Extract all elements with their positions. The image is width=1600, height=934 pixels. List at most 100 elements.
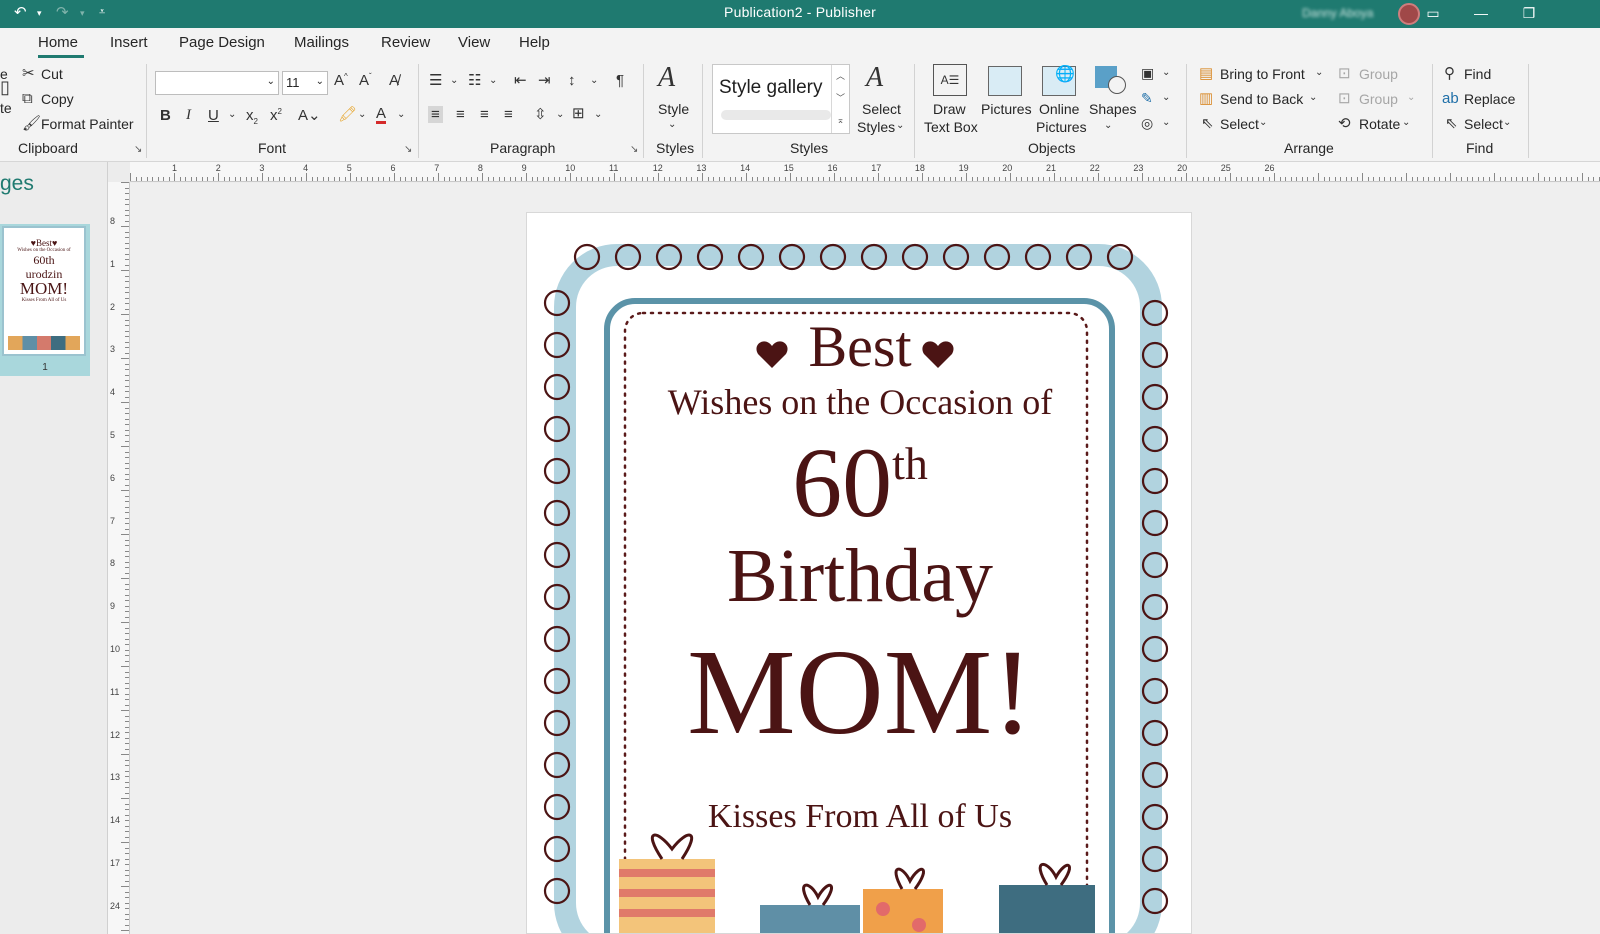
style-icon[interactable]: A bbox=[658, 64, 675, 92]
chevron-down-icon[interactable]: ⌄ bbox=[594, 110, 602, 120]
chevron-down-icon[interactable]: ⌄ bbox=[556, 110, 564, 120]
shape-effects-icon[interactable]: ◎ bbox=[1141, 116, 1153, 130]
gallery-scroll-down-icon[interactable]: ﹀ bbox=[832, 87, 849, 109]
chevron-down-icon[interactable]: ⌄ bbox=[397, 110, 405, 120]
character-spacing-icon[interactable]: A⌄ bbox=[298, 108, 321, 123]
minimize-icon[interactable]: — bbox=[1466, 2, 1496, 24]
chevron-down-icon[interactable]: ⌄ bbox=[1402, 118, 1410, 128]
copy-icon[interactable]: ⧉ bbox=[22, 91, 33, 106]
superscript-icon[interactable]: x2 bbox=[270, 108, 282, 124]
font-launcher-icon[interactable]: ↘ bbox=[404, 144, 412, 155]
tab-review[interactable]: Review bbox=[381, 34, 430, 51]
select-pointer-icon[interactable]: ⇖ bbox=[1201, 116, 1214, 131]
chevron-down-icon[interactable]: ⌄ bbox=[358, 110, 366, 120]
arrange-select-button[interactable]: Select bbox=[1220, 116, 1259, 132]
tab-home[interactable]: Home bbox=[38, 34, 78, 51]
pictures-button[interactable]: Pictures bbox=[981, 101, 1032, 117]
page-thumbnail[interactable]: ♥Best♥ Wishes on the Occasion of 60th ur… bbox=[0, 224, 90, 376]
align-right-icon[interactable]: ≡ bbox=[480, 107, 489, 122]
replace-button[interactable]: Replace bbox=[1464, 91, 1515, 107]
increase-font-size-icon[interactable]: A^ bbox=[334, 73, 348, 89]
show-formatting-marks-icon[interactable]: ¶ bbox=[616, 73, 624, 88]
cut-button[interactable]: Cut bbox=[41, 66, 63, 82]
avatar[interactable] bbox=[1398, 3, 1420, 25]
replace-icon[interactable]: ab bbox=[1442, 91, 1459, 106]
vertical-ruler[interactable]: 8 1 2 3 4 5 6 7 8 9 10 11 12 13 14 17 24 bbox=[108, 182, 130, 934]
rotate-button[interactable]: Rotate bbox=[1359, 116, 1400, 132]
publication-page[interactable]: Best Wishes on the Occasion of 60th Birt… bbox=[526, 212, 1192, 934]
font-color-icon[interactable]: A bbox=[376, 106, 387, 124]
card-mom-text[interactable]: MOM! bbox=[527, 623, 1191, 763]
group-button[interactable]: Group bbox=[1359, 66, 1398, 82]
justify-icon[interactable]: ≡ bbox=[504, 107, 513, 122]
font-name-combobox[interactable]: ⌄ bbox=[155, 71, 279, 95]
shape-outline-icon[interactable]: ✎ bbox=[1141, 91, 1153, 105]
chevron-down-icon[interactable]: ⌄ bbox=[1162, 68, 1170, 78]
paste-button[interactable]: te bbox=[0, 100, 12, 116]
chevron-down-icon[interactable]: ⌄ bbox=[1503, 118, 1511, 128]
chevron-down-icon[interactable]: ⌄ bbox=[1259, 118, 1267, 128]
bold-icon[interactable]: B bbox=[160, 108, 171, 123]
underline-dropdown-icon[interactable]: ⌄ bbox=[228, 110, 236, 120]
bring-to-front-icon[interactable]: ▤ bbox=[1199, 66, 1213, 81]
subscript-icon[interactable]: x2 bbox=[246, 108, 258, 126]
card-kisses-text[interactable]: Kisses From All of Us bbox=[527, 798, 1191, 836]
send-to-back-icon[interactable]: ▥ bbox=[1199, 91, 1213, 106]
decrease-indent-icon[interactable]: ⇤ bbox=[514, 73, 527, 88]
clear-formatting-icon[interactable]: A̸ bbox=[389, 73, 399, 88]
copy-button[interactable]: Copy bbox=[41, 91, 74, 107]
select-pointer-icon[interactable]: ⇖ bbox=[1445, 116, 1458, 131]
ribbon-display-options-icon[interactable]: ▭ bbox=[1418, 2, 1448, 24]
italic-icon[interactable]: I bbox=[186, 108, 191, 123]
paste-icon[interactable]: ▯ bbox=[0, 78, 10, 96]
clipboard-launcher-icon[interactable]: ↘ bbox=[134, 144, 142, 155]
online-pictures-line2[interactable]: Pictures bbox=[1036, 119, 1087, 135]
decrease-font-size-icon[interactable]: Aˇ bbox=[359, 73, 372, 89]
align-left-icon[interactable]: ≡ bbox=[428, 106, 443, 123]
chevron-down-icon[interactable]: ⌄ bbox=[590, 76, 598, 86]
chevron-down-icon[interactable]: ⌄ bbox=[316, 76, 324, 87]
restore-icon[interactable]: ❐ bbox=[1514, 2, 1544, 24]
online-pictures-icon[interactable]: 🌐 bbox=[1042, 66, 1076, 96]
tab-insert[interactable]: Insert bbox=[110, 34, 148, 51]
send-to-back-button[interactable]: Send to Back bbox=[1220, 91, 1303, 107]
tab-help[interactable]: Help bbox=[519, 34, 550, 51]
paragraph-launcher-icon[interactable]: ↘ bbox=[630, 144, 638, 155]
find-button[interactable]: Find bbox=[1464, 66, 1491, 82]
paragraph-spacing-icon[interactable]: ⇳ bbox=[534, 107, 547, 122]
chevron-down-icon[interactable]: ⌄ bbox=[1104, 121, 1112, 131]
chevron-down-icon[interactable]: ⌄ bbox=[1407, 93, 1415, 103]
format-painter-button[interactable]: Format Painter bbox=[41, 116, 134, 132]
rotate-icon[interactable]: ⟲ bbox=[1338, 116, 1351, 131]
shape-fill-icon[interactable]: ▣ bbox=[1141, 66, 1154, 80]
shapes-button[interactable]: Shapes bbox=[1089, 101, 1136, 117]
increase-indent-icon[interactable]: ⇥ bbox=[538, 73, 551, 88]
align-center-icon[interactable]: ≡ bbox=[456, 107, 465, 122]
select-styles-button-line2[interactable]: Styles bbox=[857, 119, 895, 135]
account-name[interactable]: Danny Aboya bbox=[1302, 6, 1373, 20]
card-wishes-text[interactable]: Wishes on the Occasion of bbox=[527, 381, 1191, 423]
style-gallery[interactable]: Style gallery ︿ ﹀ ⌅ bbox=[712, 64, 850, 134]
gallery-scrollbar[interactable]: ︿ ﹀ ⌅ bbox=[831, 65, 849, 133]
tab-view[interactable]: View bbox=[458, 34, 490, 51]
tab-mailings[interactable]: Mailings bbox=[294, 34, 349, 51]
gallery-more-icon[interactable]: ⌅ bbox=[832, 109, 849, 131]
draw-text-box-line2[interactable]: Text Box bbox=[924, 119, 978, 135]
card-best-text[interactable]: Best bbox=[527, 313, 1191, 380]
chevron-down-icon[interactable]: ⌄ bbox=[1162, 93, 1170, 103]
online-pictures-line1[interactable]: Online bbox=[1039, 101, 1079, 117]
chevron-down-icon[interactable]: ⌄ bbox=[267, 76, 275, 87]
underline-icon[interactable]: U bbox=[208, 108, 219, 123]
chevron-down-icon[interactable]: ⌄ bbox=[1162, 118, 1170, 128]
borders-icon[interactable]: ⊞ bbox=[572, 106, 585, 121]
chevron-down-icon[interactable]: ⌄ bbox=[896, 121, 904, 131]
line-spacing-icon[interactable]: ↕ bbox=[568, 73, 576, 88]
horizontal-ruler[interactable]: 1 2 3 4 5 6 7 8 9 10 11 12 13 14 15 16 17 18 19 20 21 22 23 20 2… bbox=[130, 162, 1600, 182]
chevron-down-icon[interactable]: ⌄ bbox=[1315, 68, 1323, 78]
gallery-scroll-up-icon[interactable]: ︿ bbox=[832, 65, 849, 87]
tab-page-design[interactable]: Page Design bbox=[179, 34, 265, 51]
pictures-icon[interactable] bbox=[988, 66, 1022, 96]
ungroup-button[interactable]: Group bbox=[1359, 91, 1398, 107]
chevron-down-icon[interactable]: ⌄ bbox=[450, 76, 458, 86]
select-styles-button-line1[interactable]: Select bbox=[862, 101, 901, 117]
